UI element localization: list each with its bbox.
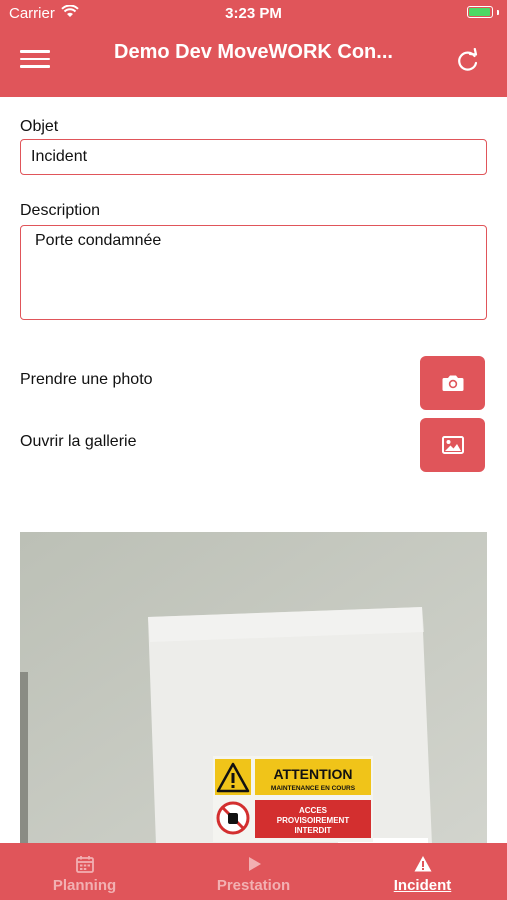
tab-planning-label: Planning — [52, 877, 117, 894]
sign-title: ATTENTION — [273, 766, 352, 782]
objet-label: Objet — [20, 118, 59, 135]
objet-input[interactable]: Incident — [20, 139, 487, 175]
sign-line3: INTERDIT — [295, 826, 332, 835]
status-time: 3:23 PM — [225, 5, 282, 22]
image-icon — [441, 436, 464, 454]
page-title: Demo Dev MoveWORK Con... — [114, 41, 393, 63]
warning-icon — [414, 856, 431, 872]
photo-image: ATTENTION MAINTENANCE EN COURS ACCES PRO… — [20, 532, 487, 845]
tab-prestation[interactable]: Prestation — [169, 843, 338, 900]
open-gallery-button[interactable] — [420, 418, 485, 472]
refresh-button[interactable] — [455, 47, 481, 74]
calendar-icon — [75, 856, 94, 873]
status-bar: Carrier 3:23 PM — [0, 0, 507, 28]
app-header: Carrier 3:23 PM Demo Dev MoveWORK Con... — [0, 0, 507, 97]
play-icon — [248, 857, 261, 871]
tab-incident-label: Incident — [393, 877, 452, 894]
take-photo-label: Prendre une photo — [20, 371, 153, 388]
take-photo-button[interactable] — [420, 356, 485, 410]
nav-bar: Demo Dev MoveWORK Con... — [0, 28, 507, 97]
menu-button[interactable] — [20, 50, 50, 74]
tab-prestation-label: Prestation — [216, 877, 291, 894]
sign-line1: ACCES — [299, 806, 328, 815]
sign-line2: PROVISOIREMENT — [277, 816, 350, 825]
incident-photo: ATTENTION MAINTENANCE EN COURS ACCES PRO… — [20, 532, 487, 845]
description-textarea[interactable]: Porte condamnée — [20, 225, 487, 320]
battery-icon — [467, 6, 499, 18]
camera-icon — [442, 375, 463, 391]
tab-planning[interactable]: Planning — [0, 843, 169, 900]
sign-subtitle: MAINTENANCE EN COURS — [271, 785, 356, 792]
open-gallery-label: Ouvrir la gallerie — [20, 433, 137, 450]
tab-incident[interactable]: Incident — [338, 843, 507, 900]
description-label: Description — [20, 202, 101, 219]
tab-bar: Planning Prestation Incident — [0, 843, 507, 900]
refresh-icon — [458, 47, 478, 71]
hamburger-icon — [20, 50, 50, 53]
